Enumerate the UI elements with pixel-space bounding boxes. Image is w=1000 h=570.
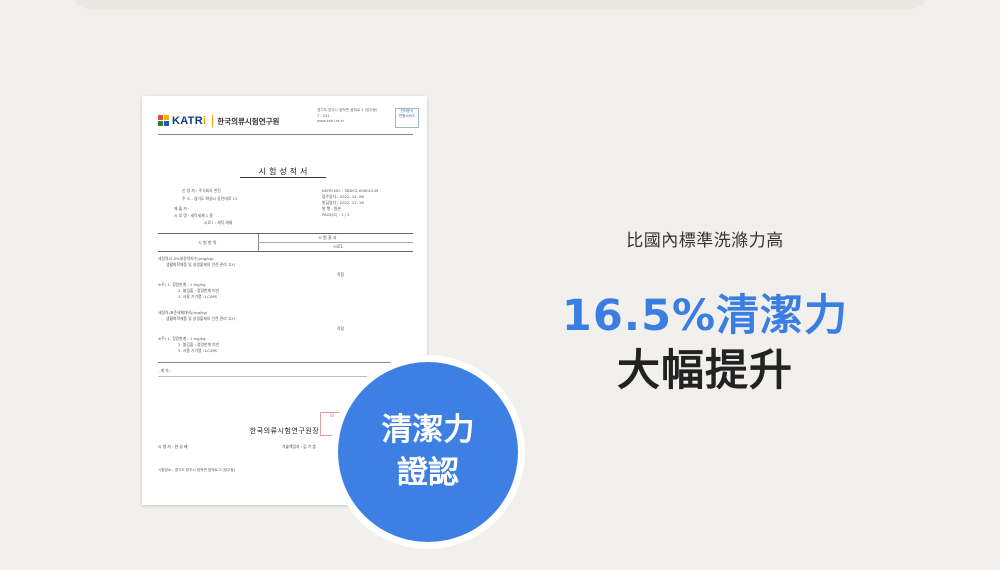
comparison-subheading: 比國內標準洗滌力高 — [626, 231, 784, 251]
badge-line-2: 證認 — [397, 455, 459, 491]
results-table-header: 시 험 항 목 시 험 결 과 시료1 — [158, 233, 413, 252]
body-line: 생활화학제품 및 살생물제의 안전 관리 고시 — [166, 316, 235, 321]
tech-manager-signature: 기술책임자 : 김 기 훈 — [282, 444, 317, 449]
katri-logo: KATRi 한국의류시험연구원 — [158, 114, 279, 128]
e-document-stamp: 전자문서 민원서비스 — [395, 108, 419, 128]
body-end-rule — [158, 376, 413, 377]
institute-name: 한국의류시험연구원 — [217, 116, 280, 126]
body-line: 생활화학제품 및 살생물제의 안전 관리 고시 — [166, 262, 235, 267]
tester-signature: 시 험 자 : 한 성 배 — [158, 444, 188, 449]
headline-improvement: 大幅提升 — [617, 346, 793, 396]
top-panel-edge — [62, 0, 938, 10]
meta-line: KATRI NO. : SBDC2-00001249 — [322, 188, 379, 193]
body-line: 3. 사용 기기명 : LC/MS — [178, 294, 217, 299]
test-location-footer: 시험장소 : 경기도 양주시 광적면 광적로 2 (양주동) — [158, 468, 236, 472]
badge-line-1: 清潔力 — [381, 412, 475, 448]
meta-line: 신 청 자 : 주식회사 한진 — [182, 188, 221, 193]
body-line: 적합 — [337, 272, 344, 277]
continued-note: - 계 속 - — [158, 368, 172, 373]
headline-percentage: 16.5%清潔力 — [561, 291, 849, 341]
institute-address: 경기도 양주시 광적면 광적로 2 (양주동) T : 031- www.kat… — [317, 108, 378, 124]
meta-line: 시 료 명 : 세탁세제 1 종 — [174, 213, 213, 218]
table-end-rule — [158, 362, 413, 363]
katri-emblem-icon — [158, 115, 170, 127]
meta-line: 제 출 자 : — [174, 206, 190, 211]
logo-separator — [212, 115, 214, 127]
cleaning-power-certified-badge: 清潔力 證認 — [338, 362, 518, 542]
header-rule — [158, 134, 413, 135]
meta-line: 주 소 : 경기도 화성시 동탄대로 13 — [182, 196, 238, 201]
body-line: 적합 — [337, 326, 344, 331]
meta-line: PAGE(S) : 1 / 3 — [322, 212, 350, 217]
body-line: 3. 사용 기기명 : LC/MS — [178, 348, 217, 353]
certificate-title: 시험성적서 — [258, 167, 311, 176]
meta-line: 시료1 : 세탁 세제 — [204, 220, 233, 225]
title-underline — [240, 177, 326, 178]
logo-text: KATRi — [172, 115, 207, 127]
